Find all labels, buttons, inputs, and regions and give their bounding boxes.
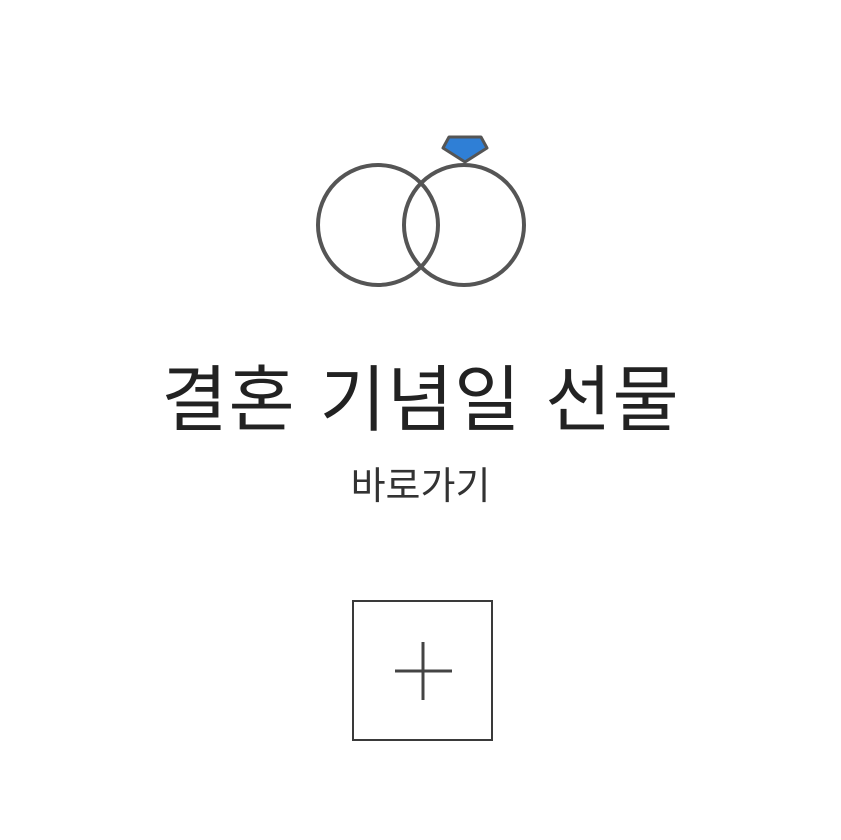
- plus-icon: [395, 642, 452, 700]
- right-ring: [402, 163, 526, 287]
- shortcut-link[interactable]: 바로가기: [0, 462, 841, 510]
- diamond-gem: [441, 135, 489, 164]
- expand-button[interactable]: [352, 600, 493, 741]
- wedding-rings-icon: [316, 135, 526, 287]
- page-title: 결혼 기념일 선물: [161, 358, 680, 442]
